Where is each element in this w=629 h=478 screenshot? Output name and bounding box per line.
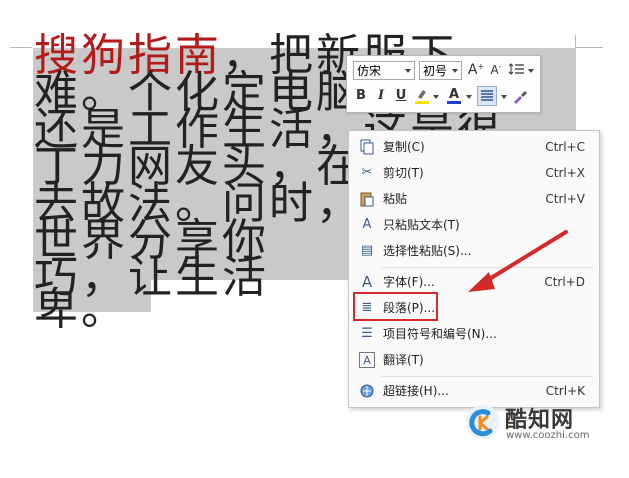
watermark-url: www.coozhi.com <box>506 430 590 441</box>
watermark-logo <box>466 405 500 439</box>
